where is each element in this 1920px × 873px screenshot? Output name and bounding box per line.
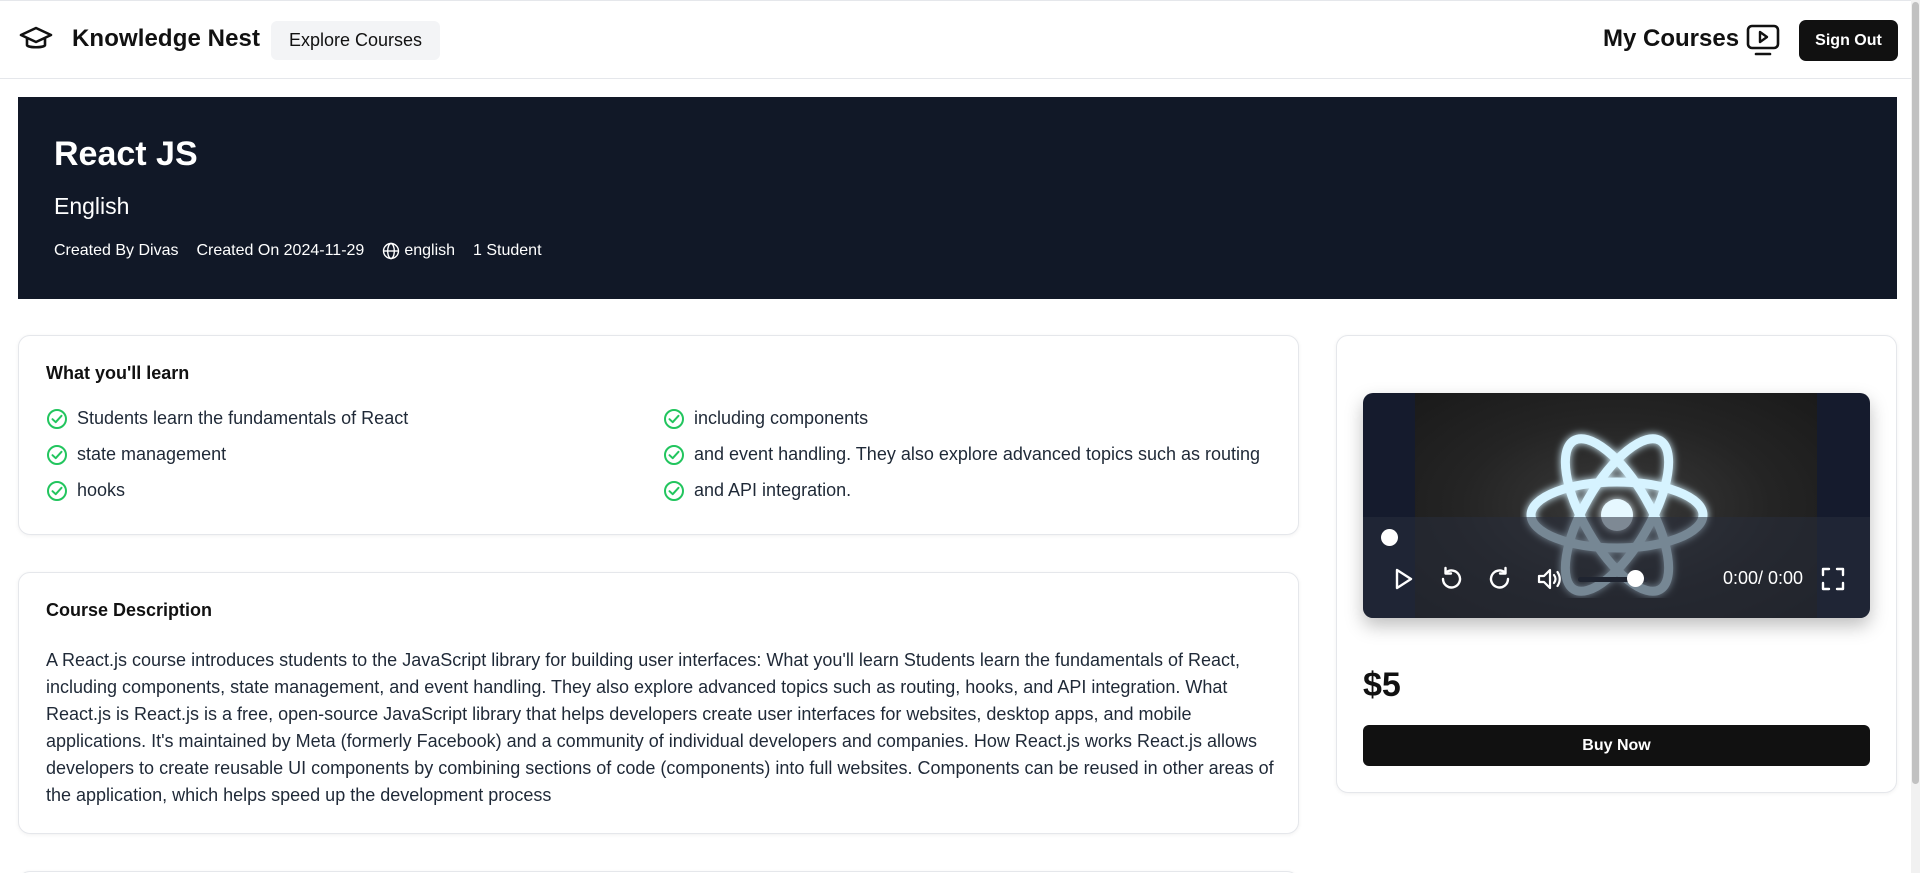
learn-heading: What you'll learn — [46, 363, 190, 383]
progress-slider[interactable] — [1381, 529, 1398, 546]
learn-item-text: state management — [77, 444, 227, 464]
check-circle-icon — [47, 444, 67, 465]
course-price: $5 — [1363, 666, 1401, 704]
course-hero: React JS English Created By Divas Create… — [18, 97, 1897, 299]
course-language: english — [404, 242, 456, 259]
rewind-icon[interactable] — [1437, 565, 1465, 593]
fullscreen-icon[interactable] — [1819, 565, 1847, 593]
video-player[interactable]: 0:00/ 0:00 — [1363, 393, 1870, 618]
explore-courses-button[interactable]: Explore Courses — [271, 21, 441, 60]
learn-item-text: Students learn the fundamentals of React — [77, 408, 409, 428]
learn-item-text: and API integration. — [694, 480, 852, 500]
course-subtitle: English — [54, 193, 130, 219]
description-heading: Course Description — [46, 600, 213, 620]
globe-icon — [383, 242, 400, 260]
course-title: React JS — [54, 135, 198, 173]
description-card: Course Description A React.js course int… — [18, 572, 1299, 834]
play-icon[interactable] — [1389, 565, 1417, 593]
list-item: Students learn the fundamentals of React — [46, 406, 663, 431]
learn-item-text: including components — [694, 408, 869, 428]
time-display: 0:00/ 0:00 — [1723, 568, 1804, 588]
forward-icon[interactable] — [1486, 565, 1514, 593]
list-item: hooks — [46, 478, 663, 503]
volume-fill — [1578, 577, 1631, 582]
graduation-cap-icon[interactable] — [18, 23, 54, 55]
volume-handle[interactable] — [1626, 570, 1644, 587]
description-text: A React.js course introduces students to… — [46, 650, 1274, 805]
check-circle-icon — [664, 408, 684, 429]
learn-item-text: and event handling. They also explore ad… — [694, 444, 1261, 464]
tv-play-icon[interactable] — [1745, 22, 1781, 58]
list-item: state management — [46, 442, 663, 467]
buy-now-button[interactable]: Buy Now — [1363, 725, 1870, 766]
list-item: and API integration. — [663, 478, 1276, 503]
check-circle-icon — [47, 480, 67, 501]
my-courses-link[interactable]: My Courses — [1603, 25, 1739, 53]
check-circle-icon — [664, 444, 684, 465]
learn-item-text: hooks — [77, 480, 126, 500]
check-circle-icon — [47, 408, 67, 429]
course-meta: Created By Divas Created On 2024-11-29 e… — [54, 242, 560, 260]
created-on: Created On 2024-11-29 — [196, 242, 365, 259]
purchase-card: 0:00/ 0:00 $5 Buy Now — [1336, 335, 1897, 793]
learn-list: Students learn the fundamentals of React… — [46, 406, 1276, 503]
student-count: 1 Student — [473, 242, 542, 259]
app-name[interactable]: Knowledge Nest — [72, 25, 260, 53]
top-header: Knowledge Nest Explore Courses My Course… — [0, 0, 1920, 79]
check-circle-icon — [664, 480, 684, 501]
learn-card: What you'll learn Students learn the fun… — [18, 335, 1299, 535]
scrollbar-thumb[interactable] — [1912, 2, 1919, 784]
volume-icon[interactable] — [1535, 565, 1563, 593]
sign-out-button[interactable]: Sign Out — [1799, 20, 1898, 61]
created-by: Created By Divas — [54, 242, 179, 259]
list-item: and event handling. They also explore ad… — [663, 442, 1276, 467]
list-item: including components — [663, 406, 1276, 431]
